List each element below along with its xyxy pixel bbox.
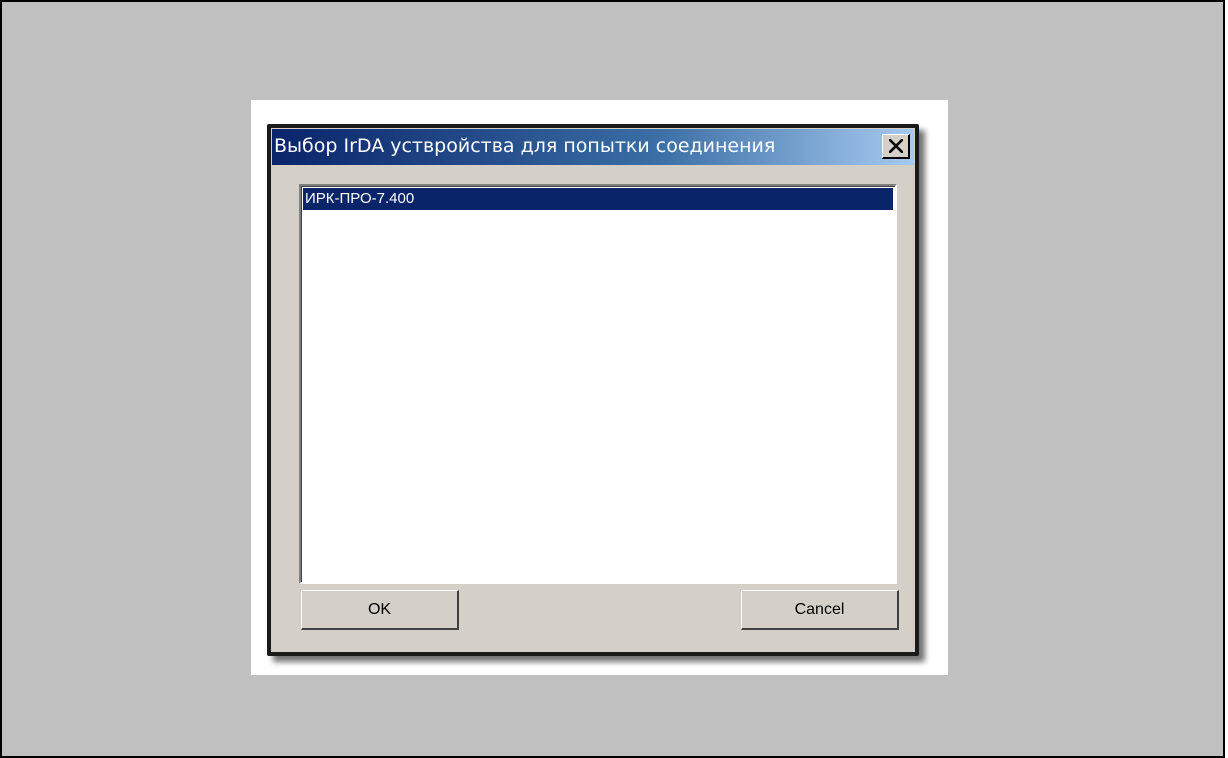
device-listbox[interactable]: ИРК-ПРО-7.400 [299, 184, 897, 584]
irda-device-dialog: Выбор IrDA уствройства для попытки соеди… [267, 124, 919, 656]
dialog-title-bar[interactable]: Выбор IrDA уствройства для попытки соеди… [272, 129, 914, 165]
cancel-button[interactable]: Cancel [741, 590, 899, 630]
close-icon [889, 139, 903, 153]
ok-button[interactable]: OK [301, 590, 459, 630]
screenshot-backdrop: Выбор IrDA уствройства для попытки соеди… [251, 100, 948, 675]
device-list-item[interactable]: ИРК-ПРО-7.400 [303, 188, 893, 210]
desktop-background: Выбор IrDA уствройства для попытки соеди… [0, 0, 1225, 758]
close-button[interactable] [882, 134, 910, 159]
dialog-title: Выбор IrDA уствройства для попытки соеди… [274, 135, 776, 157]
